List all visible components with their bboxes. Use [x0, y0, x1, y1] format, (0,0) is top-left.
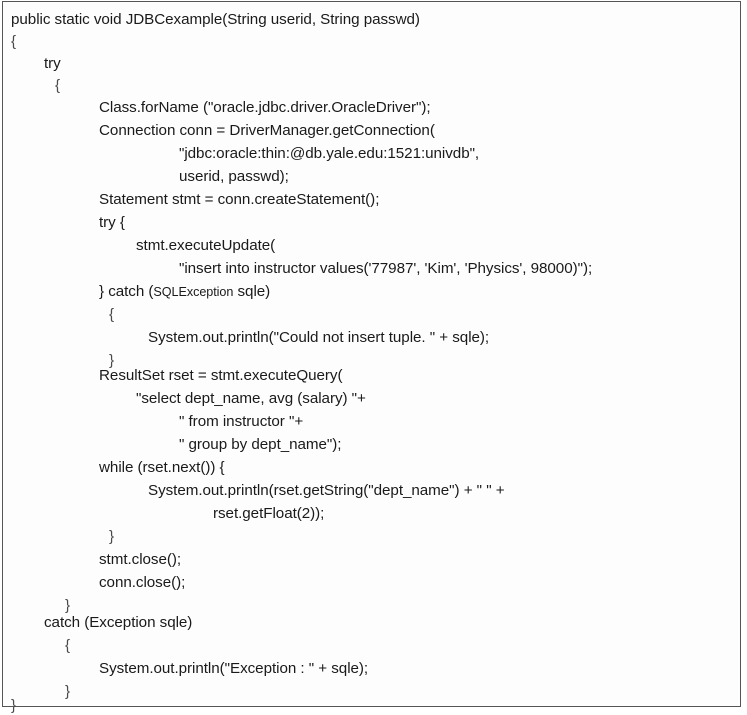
code-line-print-result: System.out.println(rset.getString("dept_…	[148, 482, 505, 499]
code-line-method-signature: public static void JDBCexample(String us…	[11, 11, 420, 28]
code-line-inner-try: try {	[99, 214, 125, 231]
code-line-execute-update: stmt.executeUpdate(	[136, 237, 276, 254]
code-line-group-by-clause: " group by dept_name");	[179, 436, 342, 453]
code-line-select-clause: "select dept_name, avg (salary) "+	[136, 390, 366, 407]
code-line-jdbc-url: "jdbc:oracle:thin:@db.yale.edu:1521:univ…	[179, 145, 480, 162]
code-line-while-loop: while (rset.next()) {	[99, 459, 225, 476]
code-line-outer-catch-open-brace: {	[65, 637, 71, 654]
code-line-get-float: rset.getFloat(2));	[213, 505, 325, 522]
code-line-catch-open-brace: {	[109, 306, 115, 323]
code-line-method-open-brace: {	[11, 33, 17, 50]
catch-keyword: } catch (	[99, 283, 154, 300]
code-line-conn-close: conn.close();	[99, 574, 186, 591]
code-line-get-connection: Connection conn = DriverManager.getConne…	[99, 122, 435, 139]
code-line-print-insert-error: System.out.println("Could not insert tup…	[148, 329, 490, 346]
code-line-catch-exception: catch (Exception sqle)	[44, 614, 193, 631]
code-line-from-clause: " from instructor "+	[179, 413, 304, 430]
code-listing-frame: public static void JDBCexample(String us…	[2, 1, 741, 714]
code-line-catch-sql: } catch (SQLException sqle)	[99, 282, 270, 301]
code-line-print-exception: System.out.println("Exception : " + sqle…	[99, 660, 369, 677]
code-line-stmt-close: stmt.close();	[99, 551, 182, 568]
catch-variable: sqle)	[233, 283, 271, 300]
code-line-execute-query: ResultSet rset = stmt.executeQuery(	[99, 367, 343, 384]
code-line-credentials: userid, passwd);	[179, 168, 289, 185]
code-line-while-close-brace: }	[109, 528, 115, 545]
code-line-outer-catch-close-brace: }	[65, 683, 71, 700]
code-line-class-forname: Class.forName ("oracle.jdbc.driver.Oracl…	[99, 99, 431, 116]
code-line-create-statement: Statement stmt = conn.createStatement();	[99, 191, 380, 208]
code-line-try: try	[44, 55, 61, 72]
sqlexception-type: SQLException	[153, 285, 234, 299]
code-line-method-close-brace: }	[11, 697, 17, 714]
code-line-insert-statement: "insert into instructor values('77987', …	[179, 260, 593, 277]
code-line-try-open-brace: {	[55, 77, 61, 94]
